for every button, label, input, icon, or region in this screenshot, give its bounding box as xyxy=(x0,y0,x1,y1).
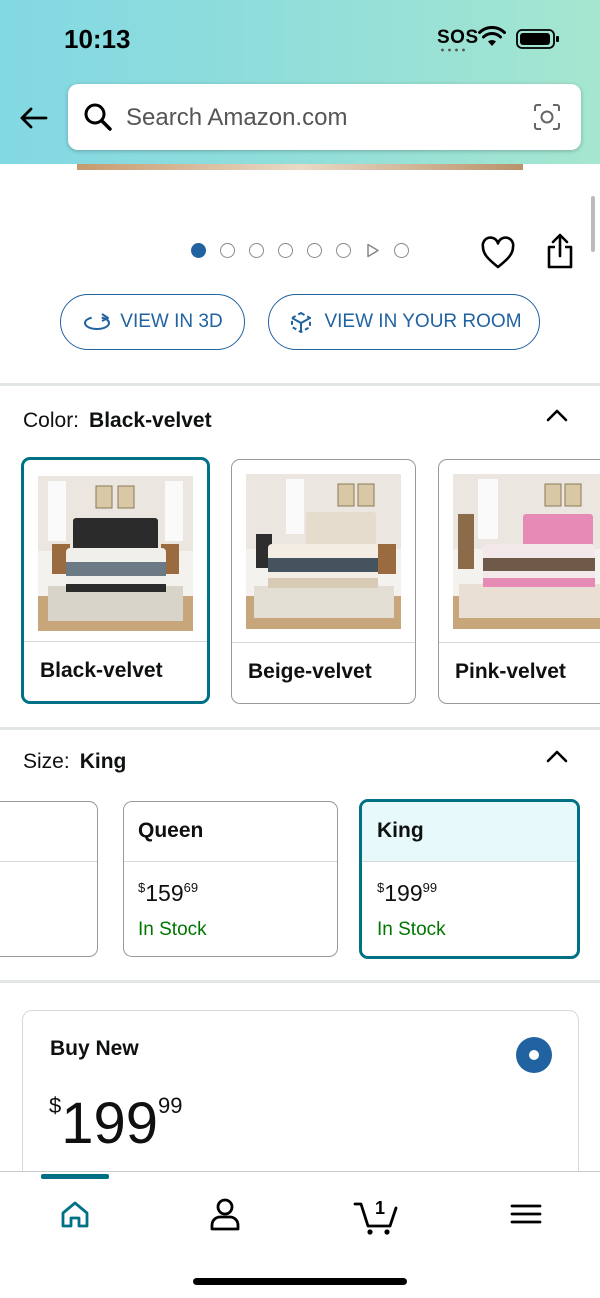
carousel-dot[interactable] xyxy=(394,243,409,258)
cart-icon[interactable]: 1 xyxy=(352,1192,402,1236)
wifi-icon xyxy=(478,26,506,46)
chevron-up-icon[interactable] xyxy=(545,749,569,763)
carousel-dot[interactable] xyxy=(191,243,206,258)
battery-icon xyxy=(516,29,559,49)
product-page: 10:13 SOS Search Amazon.com VIEW IN 3D V… xyxy=(0,0,600,1298)
size-card-divider xyxy=(124,861,337,862)
home-icon[interactable] xyxy=(53,1192,97,1236)
stock-status: In Stock xyxy=(138,919,207,940)
swatch-image xyxy=(246,474,401,629)
back-arrow-icon[interactable] xyxy=(16,100,52,136)
stock-status: In Stock xyxy=(377,919,446,940)
sos-indicator: SOS xyxy=(437,27,479,48)
rotate-3d-icon xyxy=(84,313,111,330)
color-selected-value: Black-velvet xyxy=(89,409,212,432)
divider xyxy=(0,727,600,730)
status-time: 10:13 xyxy=(64,24,131,54)
swatch-label: Beige-velvet xyxy=(248,660,372,683)
swatch-image xyxy=(453,474,600,629)
swatch-label: Black-velvet xyxy=(40,659,163,682)
carousel-dot[interactable] xyxy=(278,243,293,258)
carousel-dot[interactable] xyxy=(220,243,235,258)
swatch-divider xyxy=(24,641,207,642)
play-icon[interactable] xyxy=(366,243,380,258)
divider xyxy=(0,980,600,983)
carousel-dot[interactable] xyxy=(249,243,264,258)
size-option-partial[interactable] xyxy=(0,801,98,957)
size-price: $15969 xyxy=(138,880,199,906)
bed-image xyxy=(38,476,193,631)
view-in-3d-label: VIEW IN 3D xyxy=(120,311,223,332)
color-swatch-pink-velvet[interactable]: Pink-velvet xyxy=(438,459,600,704)
buy-new-title: Buy New xyxy=(50,1037,139,1060)
color-swatch-beige-velvet[interactable]: Beige-velvet xyxy=(231,459,416,704)
ar-cube-icon xyxy=(291,311,312,334)
buy-new-radio[interactable] xyxy=(516,1037,552,1073)
size-name: King xyxy=(377,819,424,842)
color-label: Color: Black-velvet xyxy=(23,409,212,432)
carousel-dot[interactable] xyxy=(307,243,322,258)
swatch-divider xyxy=(439,642,600,643)
scrollbar xyxy=(591,196,595,252)
menu-icon[interactable] xyxy=(504,1192,548,1236)
swatch-label: Pink-velvet xyxy=(455,660,566,683)
size-card-header xyxy=(0,802,97,861)
chevron-up-icon[interactable] xyxy=(545,408,569,422)
search-icon xyxy=(84,103,112,131)
view-in-room-label: VIEW IN YOUR ROOM xyxy=(324,311,522,332)
color-swatch-black-velvet[interactable]: Black-velvet xyxy=(21,457,210,704)
size-card-divider xyxy=(0,861,97,862)
size-option-king[interactable]: King $19999 In Stock xyxy=(359,799,580,959)
product-image[interactable] xyxy=(77,164,523,170)
nav-active-indicator xyxy=(41,1174,109,1179)
size-price: $19999 xyxy=(377,880,438,906)
size-name: Queen xyxy=(138,819,204,842)
bed-image xyxy=(246,474,401,629)
size-label: Size: King xyxy=(23,750,127,773)
camera-scan-icon[interactable] xyxy=(531,101,563,133)
search-input[interactable]: Search Amazon.com xyxy=(68,84,581,150)
cart-count: 1 xyxy=(375,1198,385,1218)
heart-icon[interactable] xyxy=(480,236,516,270)
buy-new-price: $19999 xyxy=(49,1091,183,1156)
home-indicator[interactable] xyxy=(193,1278,407,1285)
size-selected-value: King xyxy=(79,750,127,773)
divider xyxy=(0,383,600,386)
bottom-nav: 1 xyxy=(0,1171,600,1298)
view-in-3d-button[interactable]: VIEW IN 3D xyxy=(60,294,245,350)
header: 10:13 SOS Search Amazon.com xyxy=(0,0,600,164)
search-placeholder: Search Amazon.com xyxy=(126,104,348,131)
view-in-room-button[interactable]: VIEW IN YOUR ROOM xyxy=(268,294,540,350)
swatch-divider xyxy=(232,642,415,643)
account-icon[interactable] xyxy=(203,1192,247,1236)
size-card-header: King xyxy=(362,802,577,861)
size-card-header: Queen xyxy=(124,802,337,861)
size-option-queen[interactable]: Queen $15969 In Stock xyxy=(123,801,338,957)
swatch-image xyxy=(38,476,193,631)
bed-image xyxy=(453,474,600,629)
signal-dots xyxy=(439,48,469,52)
share-icon[interactable] xyxy=(545,232,575,270)
carousel-dot[interactable] xyxy=(336,243,351,258)
size-card-divider xyxy=(362,861,577,862)
